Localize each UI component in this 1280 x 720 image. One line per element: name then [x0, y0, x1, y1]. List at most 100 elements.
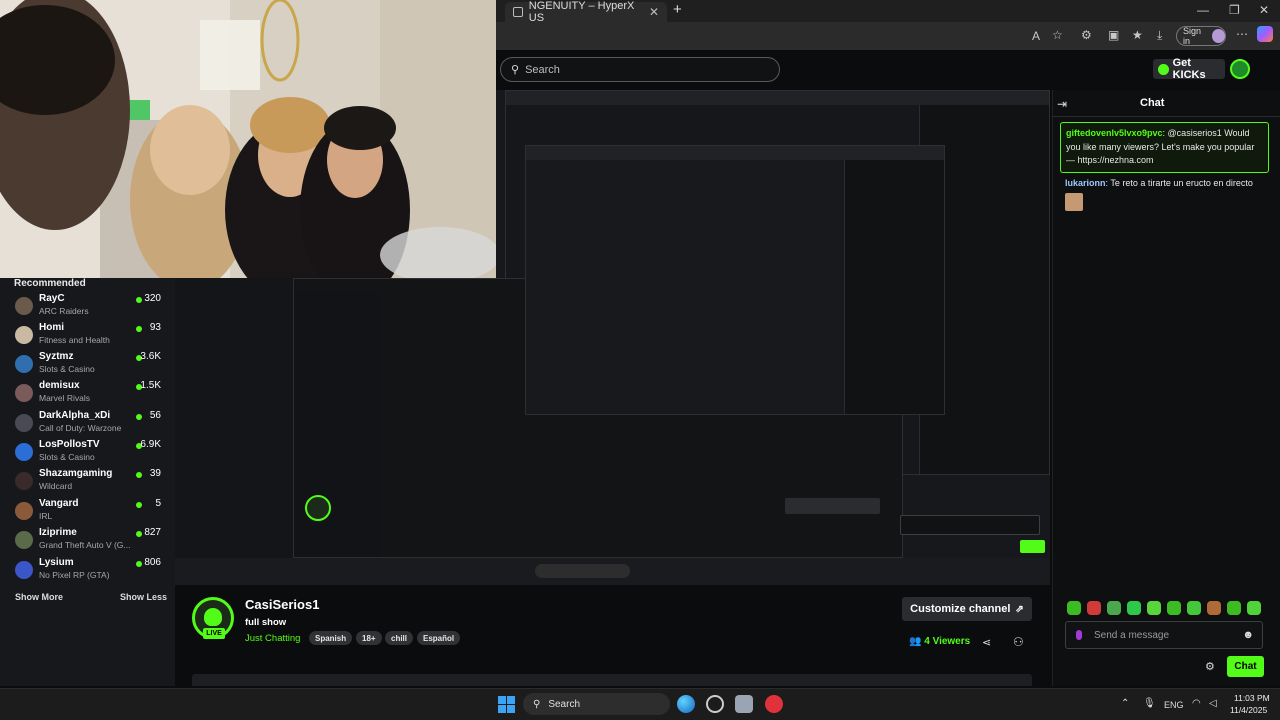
channel-name: LosPollosTV: [39, 439, 100, 450]
channel-name[interactable]: CasiSerios1: [245, 597, 319, 612]
nested-tabbar-2: [526, 146, 944, 160]
viewer-count: 320: [144, 293, 161, 304]
settings-icon[interactable]: [735, 695, 753, 713]
minimize-icon[interactable]: —: [1197, 3, 1209, 17]
channel-category: Wildcard: [39, 481, 73, 491]
sidebar-item-iziprime[interactable]: Iziprime Grand Theft Auto V (G... 827: [0, 525, 175, 554]
channel-name: Lysium: [39, 557, 74, 568]
app-icon[interactable]: [765, 695, 783, 713]
channel-name: demisux: [39, 380, 80, 391]
mic-icon[interactable]: [1076, 630, 1082, 640]
search-input[interactable]: ⚲ Search: [500, 57, 780, 82]
live-dot-icon: [136, 326, 142, 332]
tag-18plus[interactable]: 18+: [356, 631, 382, 645]
share-icon[interactable]: ⋖: [982, 636, 991, 649]
emote-icon[interactable]: [1247, 601, 1261, 615]
search-placeholder: Search: [525, 63, 560, 76]
wifi-icon[interactable]: ◠: [1192, 698, 1201, 709]
live-dot-icon: [136, 472, 142, 478]
close-window-icon[interactable]: ✕: [1259, 3, 1269, 17]
search-icon: ⚲: [533, 698, 541, 710]
tag-chill[interactable]: chill: [385, 631, 414, 645]
show-more-button[interactable]: Show More: [15, 592, 63, 602]
show-less-button[interactable]: Show Less: [120, 592, 167, 602]
chat-username[interactable]: lukarionn: [1065, 178, 1106, 188]
sidebar-item-vangard[interactable]: Vangard IRL 5: [0, 496, 175, 525]
live-badge: LIVE: [203, 628, 225, 639]
volume-icon[interactable]: ◁: [1209, 698, 1217, 709]
clock-time[interactable]: 11:03 PM: [1234, 693, 1270, 703]
taskbar-search[interactable]: ⚲ Search: [523, 693, 670, 715]
favorite-star-icon[interactable]: ☆: [1052, 28, 1063, 42]
channel-category: Slots & Casino: [39, 452, 95, 462]
customize-channel-button[interactable]: Customize channel ⇗: [902, 597, 1032, 621]
browser-tab[interactable]: NGENUITY – HyperX US ✕: [505, 0, 667, 24]
new-tab-button[interactable]: +: [673, 1, 682, 18]
copilot-icon[interactable]: [1257, 26, 1273, 42]
chat-settings-icon[interactable]: ⚙: [1205, 660, 1215, 673]
microphone-icon[interactable]: 🎙: [1143, 698, 1156, 709]
sidebar-item-darkalpha[interactable]: DarkAlpha_xDi Call of Duty: Warzone 56: [0, 408, 175, 437]
sidebar-item-syztmz[interactable]: Syztmz Slots & Casino 3.6K: [0, 349, 175, 378]
sidebar-item-lysium[interactable]: Lysium No Pixel RP (GTA) 806: [0, 555, 175, 584]
emote-icon[interactable]: [1187, 601, 1201, 615]
emote-icon[interactable]: [1127, 601, 1141, 615]
downloads-icon[interactable]: ⤓: [1157, 28, 1162, 43]
collapse-chat-icon[interactable]: ⇥: [1057, 97, 1067, 111]
tab-favicon-icon: [513, 7, 523, 17]
emote-icon[interactable]: [1087, 601, 1101, 615]
more-menu-icon[interactable]: ⋯: [1236, 27, 1248, 41]
chat-input[interactable]: Send a message ☻: [1065, 621, 1263, 649]
emote-icon[interactable]: [1167, 601, 1181, 615]
nested-chat-2: [843, 160, 944, 414]
viewer-count: 👥 4 Viewers: [909, 636, 970, 647]
viewer-count: 39: [149, 468, 161, 479]
channel-name: Syztmz: [39, 351, 74, 362]
channel-category: ARC Raiders: [39, 306, 89, 316]
send-chat-button[interactable]: Chat: [1227, 656, 1264, 677]
live-dot-icon: [136, 502, 142, 508]
maximize-icon[interactable]: ❐: [1229, 3, 1240, 17]
sidebar-item-homi[interactable]: Homi Fitness and Health 93: [0, 320, 175, 349]
split-screen-icon[interactable]: ▣: [1108, 28, 1119, 42]
webcam-scene: [0, 0, 496, 278]
clock-date[interactable]: 11/4/2025: [1230, 705, 1267, 715]
viewers-label: Viewers: [932, 636, 971, 647]
profile-avatar: [1212, 29, 1225, 43]
sidebar-item-demisux[interactable]: demisux Marvel Rivals 1.5K: [0, 378, 175, 407]
viewer-count: 827: [144, 527, 161, 538]
get-kicks-button[interactable]: Get KICKs: [1153, 57, 1225, 81]
emoji-icon[interactable]: ☻: [1242, 629, 1254, 641]
avatar: [15, 355, 33, 373]
channel-name: RayC: [39, 293, 65, 304]
channel-category: No Pixel RP (GTA): [39, 570, 110, 580]
tray-chevron-icon[interactable]: ⌃: [1121, 698, 1129, 709]
tab-title: NGENUITY – HyperX US: [528, 0, 635, 24]
emote-icon[interactable]: [1067, 601, 1081, 615]
external-link-icon: ⇗: [1015, 603, 1024, 615]
stream-category[interactable]: Just Chatting: [245, 633, 300, 644]
sidebar-item-rayc[interactable]: RayC ARC Raiders 320: [0, 291, 175, 320]
performance-icon[interactable]: [706, 695, 724, 713]
user-avatar[interactable]: [1230, 59, 1250, 79]
read-aloud-icon[interactable]: A: [1032, 29, 1040, 43]
emote-icon[interactable]: [1107, 601, 1121, 615]
edge-icon[interactable]: [677, 695, 695, 713]
emote-icon[interactable]: [1207, 601, 1221, 615]
tab-close-icon[interactable]: ✕: [649, 5, 659, 19]
sidebar-item-lospollostv[interactable]: LosPollosTV Slots & Casino 6.9K: [0, 437, 175, 466]
sidebar-item-shazamgaming[interactable]: Shazamgaming Wildcard 39: [0, 466, 175, 495]
follow-user-icon[interactable]: ⚇: [1013, 635, 1024, 649]
channel-name: Homi: [39, 322, 64, 333]
start-button[interactable]: [498, 696, 515, 713]
language-indicator[interactable]: ENG: [1164, 700, 1184, 710]
favorites-icon[interactable]: ★: [1132, 28, 1143, 42]
tag-spanish[interactable]: Spanish: [309, 631, 353, 645]
extensions-icon[interactable]: ⚙: [1081, 28, 1092, 42]
emote-icon[interactable]: [1227, 601, 1241, 615]
sign-in-button[interactable]: Sign in: [1176, 26, 1226, 46]
nested-channel-avatar: [305, 495, 331, 521]
emote-icon[interactable]: [1147, 601, 1161, 615]
chat-username[interactable]: giftedovenlv5lvxo9pvc: [1066, 128, 1163, 138]
tag-espanol[interactable]: Español: [417, 631, 461, 645]
